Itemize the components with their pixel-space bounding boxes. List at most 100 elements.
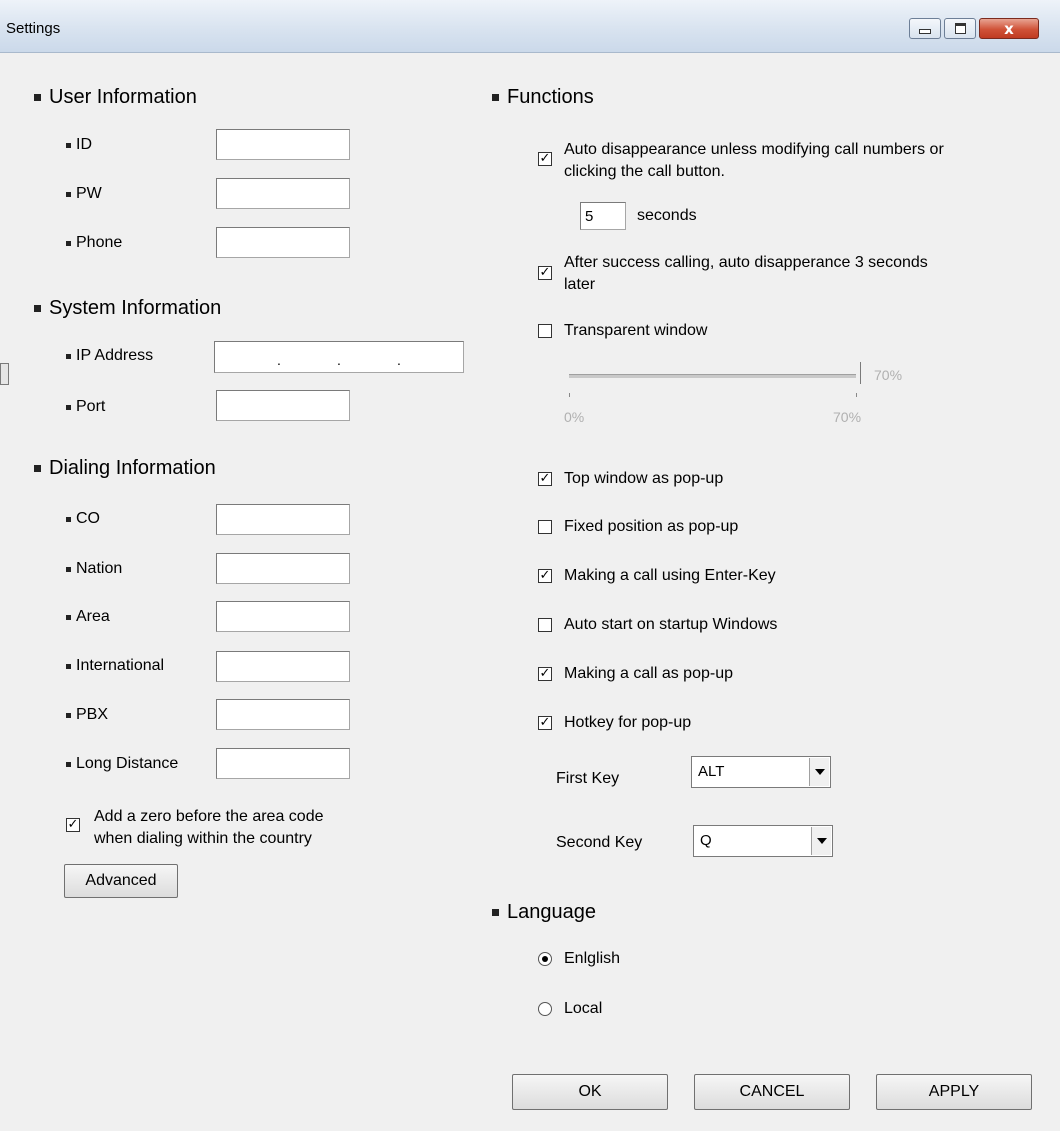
ip-address-label: IP Address xyxy=(66,347,153,365)
heading-text: User Information xyxy=(49,86,197,108)
close-icon: x xyxy=(1004,19,1014,38)
heading-text: Language xyxy=(507,901,596,923)
zero-prefix-checkbox[interactable]: ✓ xyxy=(66,818,80,832)
heading-text: System Information xyxy=(49,297,222,319)
label-text: PBX xyxy=(76,706,109,723)
top-window-label: Top window as pop-up xyxy=(564,470,724,487)
ok-button[interactable]: OK xyxy=(512,1074,668,1110)
cancel-button[interactable]: CANCEL xyxy=(694,1074,850,1110)
second-key-select[interactable]: Q xyxy=(693,825,833,857)
maximize-button[interactable] xyxy=(944,18,976,39)
english-radio[interactable] xyxy=(538,952,552,966)
success-disappear-checkbox[interactable]: ✓ xyxy=(538,266,552,280)
second-key-label: Second Key xyxy=(556,834,643,851)
ip-separator: . xyxy=(277,352,281,368)
enter-key-call-label: Making a call using Enter-Key xyxy=(564,567,776,584)
first-key-label: First Key xyxy=(556,770,620,787)
dialing-information-heading: Dialing Information xyxy=(34,457,216,480)
international-input[interactable] xyxy=(216,651,350,682)
system-information-heading: System Information xyxy=(34,297,221,320)
user-information-heading: User Information xyxy=(34,86,197,109)
bullet-icon xyxy=(66,353,71,359)
hotkey-checkbox[interactable]: ✓ xyxy=(538,716,552,730)
nation-label: Nation xyxy=(66,560,122,578)
label-text: IP Address xyxy=(76,347,154,364)
co-input[interactable] xyxy=(216,504,350,535)
top-window-checkbox[interactable]: ✓ xyxy=(538,472,552,486)
minimize-button[interactable] xyxy=(909,18,941,39)
slider-end-marker xyxy=(860,362,861,384)
title-bar: Settings x xyxy=(0,0,1060,53)
label-text: Nation xyxy=(76,560,123,577)
success-disappear-label: After success calling, auto disapperance… xyxy=(564,252,928,296)
bullet-icon xyxy=(34,305,41,312)
call-popup-label: Making a call as pop-up xyxy=(564,665,733,682)
auto-disappear-label: Auto disappearance unless modifying call… xyxy=(564,139,944,183)
zero-prefix-line2: when dialing within the country xyxy=(94,830,312,847)
nation-input[interactable] xyxy=(216,553,350,584)
first-key-select[interactable]: ALT xyxy=(691,756,831,788)
area-input[interactable] xyxy=(216,601,350,632)
auto-disappear-line2: clicking the call button. xyxy=(564,163,725,180)
label-text: Area xyxy=(76,608,110,625)
bullet-icon xyxy=(492,94,499,101)
international-label: International xyxy=(66,657,164,675)
functions-heading: Functions xyxy=(492,86,594,109)
pbx-input[interactable] xyxy=(216,699,350,730)
ip-separator: . xyxy=(397,352,401,368)
label-text: Long Distance xyxy=(76,755,179,772)
id-input[interactable] xyxy=(216,129,350,160)
phone-input[interactable] xyxy=(216,227,350,258)
area-label: Area xyxy=(66,608,110,626)
bullet-icon xyxy=(66,516,71,522)
auto-disappear-checkbox[interactable]: ✓ xyxy=(538,152,552,166)
success-disappear-line1: After success calling, auto disapperance… xyxy=(564,254,928,271)
bullet-icon xyxy=(66,404,71,410)
local-label: Local xyxy=(564,1000,603,1017)
auto-start-checkbox[interactable] xyxy=(538,618,552,632)
minimize-icon xyxy=(919,29,931,34)
advanced-button[interactable]: Advanced xyxy=(64,864,178,898)
bullet-icon xyxy=(66,191,71,197)
transparency-slider-thumb[interactable] xyxy=(0,363,9,385)
zero-prefix-label: Add a zero before the area code when dia… xyxy=(94,806,324,850)
label-text: CO xyxy=(76,510,100,527)
local-radio[interactable] xyxy=(538,1002,552,1016)
bullet-icon xyxy=(34,94,41,101)
call-popup-checkbox[interactable]: ✓ xyxy=(538,667,552,681)
phone-label: Phone xyxy=(66,234,122,252)
seconds-input[interactable] xyxy=(580,202,626,230)
ip-separator: . xyxy=(337,352,341,368)
hotkey-label: Hotkey for pop-up xyxy=(564,714,692,731)
label-text: ID xyxy=(76,136,92,153)
transparent-window-label: Transparent window xyxy=(564,322,708,339)
transparency-slider-track[interactable] xyxy=(569,374,856,378)
ip-address-input[interactable]: . . . xyxy=(214,341,464,373)
pw-input[interactable] xyxy=(216,178,350,209)
zero-prefix-line1: Add a zero before the area code xyxy=(94,808,324,825)
bullet-icon xyxy=(66,240,71,246)
auto-start-label: Auto start on startup Windows xyxy=(564,616,778,633)
fixed-position-checkbox[interactable] xyxy=(538,520,552,534)
dropdown-arrow-icon[interactable] xyxy=(811,827,831,855)
label-text: Port xyxy=(76,398,106,415)
long-distance-label: Long Distance xyxy=(66,755,178,773)
window-title: Settings xyxy=(6,20,61,37)
bullet-icon xyxy=(66,712,71,718)
long-distance-input[interactable] xyxy=(216,748,350,779)
label-text: PW xyxy=(76,185,102,202)
dropdown-arrow-icon[interactable] xyxy=(809,758,829,786)
fixed-position-label: Fixed position as pop-up xyxy=(564,518,739,535)
enter-key-call-checkbox[interactable]: ✓ xyxy=(538,569,552,583)
seconds-label: seconds xyxy=(637,207,697,224)
transparent-window-checkbox[interactable] xyxy=(538,324,552,338)
bullet-icon xyxy=(66,142,71,148)
language-heading: Language xyxy=(492,901,596,924)
heading-text: Functions xyxy=(507,86,594,108)
close-button[interactable]: x xyxy=(979,18,1039,39)
label-text: International xyxy=(76,657,165,674)
slider-min-label: 0% xyxy=(564,409,585,425)
port-input[interactable] xyxy=(216,390,350,421)
slider-tick xyxy=(569,393,570,397)
apply-button[interactable]: APPLY xyxy=(876,1074,1032,1110)
